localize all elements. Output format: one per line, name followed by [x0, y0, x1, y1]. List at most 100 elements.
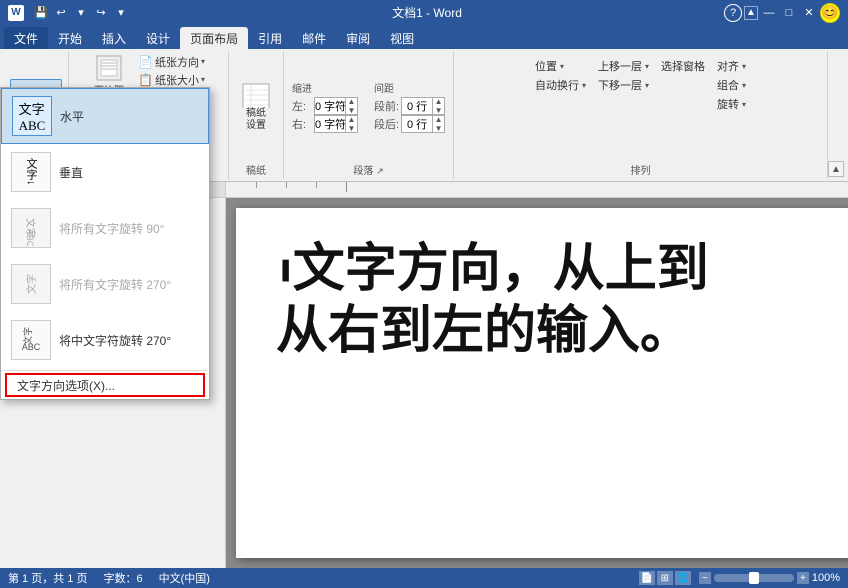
- bring-forward-btn[interactable]: 上移一层 ▾: [594, 57, 653, 75]
- maximize-btn[interactable]: □: [780, 4, 798, 22]
- spacing-before-up[interactable]: ▲: [432, 97, 444, 106]
- send-backward-btn[interactable]: 下移一层 ▾: [594, 76, 653, 94]
- save-quick-btn[interactable]: 💾: [32, 4, 50, 22]
- paper-orientation-btn[interactable]: 📄 纸张方向 ▾: [134, 53, 209, 70]
- ruler-tick-1: [256, 182, 257, 188]
- view-print-btn[interactable]: 📄: [639, 571, 655, 585]
- spacing-after-up[interactable]: ▲: [432, 115, 444, 124]
- tab-home[interactable]: 开始: [48, 27, 92, 49]
- ruler-content: [226, 182, 848, 197]
- svg-text:ABC: ABC: [25, 229, 35, 246]
- paper-size-icon: 📋: [138, 73, 153, 87]
- position-btn[interactable]: 位置 ▾: [531, 57, 590, 75]
- selection-pane-btn[interactable]: 选择窗格: [657, 57, 709, 75]
- tab-view[interactable]: 视图: [380, 27, 424, 49]
- paragraph-group: 缩进 左: ▲ ▼ 右:: [284, 51, 454, 179]
- title-bar: W 💾 ↩ ▾ ↪ ▾ 文档1 - Word ? ▲ — □ ✕ 😊: [0, 0, 848, 25]
- svg-text:ABC: ABC: [22, 342, 41, 352]
- vertical-icon: 文字↓: [11, 152, 51, 192]
- indent-right-up[interactable]: ▲: [345, 115, 357, 124]
- doc-text-line1: ▐ 文字方向，从上到: [276, 238, 848, 300]
- view-full-btn[interactable]: ⊞: [657, 571, 673, 585]
- spacing-before-btns: ▲ ▼: [432, 97, 444, 115]
- paper-orientation-icon: 📄: [138, 55, 153, 69]
- chinese-rotate-label: 将中文字符旋转 270°: [59, 332, 171, 349]
- menu-item-horizontal[interactable]: 文字ABC 水平: [1, 88, 209, 144]
- zoom-slider[interactable]: [714, 574, 794, 582]
- rotate-btn[interactable]: 旋转 ▾: [713, 95, 750, 113]
- arrange-col4: 对齐 ▾ 组合 ▾ 旋转 ▾: [713, 57, 750, 113]
- spacing-after-input[interactable]: [402, 118, 432, 130]
- text-wrap-btn[interactable]: 自动换行 ▾: [531, 76, 590, 94]
- tab-insert[interactable]: 插入: [92, 27, 136, 49]
- rotate-arrow: ▾: [742, 100, 746, 109]
- arrange-col3: 选择窗格: [657, 57, 709, 75]
- menu-item-options[interactable]: 文字方向选项(X)...: [5, 373, 205, 397]
- zoom-thumb: [749, 572, 759, 584]
- tab-mailings[interactable]: 邮件: [292, 27, 336, 49]
- undo-dropdown-btn[interactable]: ▾: [72, 4, 90, 22]
- view-web-btn[interactable]: 🌐: [675, 571, 691, 585]
- help-btn[interactable]: ?: [724, 4, 742, 22]
- indent-left-label: 左:: [292, 98, 312, 114]
- indent-right-btns: ▲ ▼: [345, 115, 357, 133]
- indent-left-down[interactable]: ▼: [345, 106, 357, 115]
- spacing-before-spinbox[interactable]: ▲ ▼: [401, 97, 445, 115]
- undo-quick-btn[interactable]: ↩: [52, 4, 70, 22]
- rotate90-label: 将所有文字旋转 90°: [59, 220, 164, 237]
- tab-references[interactable]: 引用: [248, 27, 292, 49]
- spacing-after-down[interactable]: ▼: [432, 124, 444, 133]
- spacing-before-down[interactable]: ▼: [432, 106, 444, 115]
- indent-right-spinbox[interactable]: ▲ ▼: [314, 115, 358, 133]
- indent-right-down[interactable]: ▼: [345, 124, 357, 133]
- rotate90-icon: 文字 ABC: [11, 208, 51, 248]
- tab-design[interactable]: 设计: [136, 27, 180, 49]
- chinese-rotate-svg: 文字 ABC: [13, 322, 49, 358]
- indent-left-up[interactable]: ▲: [345, 97, 357, 106]
- spacing-after-btns: ▲ ▼: [432, 115, 444, 133]
- position-arrow: ▾: [560, 62, 564, 71]
- spacing-after-row: 段后: ▲ ▼: [374, 115, 445, 133]
- indent-left-input[interactable]: [315, 100, 345, 112]
- ruler-tick-2: [286, 182, 287, 188]
- close-btn[interactable]: ✕: [800, 4, 818, 22]
- vertical-label: 垂直: [59, 164, 83, 181]
- tab-page-layout[interactable]: 页面布局: [180, 27, 248, 49]
- ribbon-collapse-btn[interactable]: ▲: [744, 6, 758, 20]
- zoom-out-btn[interactable]: −: [699, 572, 711, 584]
- rotate90-svg: 文字 ABC: [13, 210, 49, 246]
- spacing-after-label: 段后:: [374, 116, 399, 132]
- align-btn[interactable]: 对齐 ▾: [713, 57, 750, 75]
- tab-file[interactable]: 文件: [4, 27, 48, 49]
- indent-right-input[interactable]: [315, 118, 345, 130]
- minimize-btn[interactable]: —: [760, 4, 778, 22]
- group-label-arrange: 排列: [460, 162, 821, 177]
- draft-paper-label: 稿纸设置: [246, 108, 266, 132]
- tab-review[interactable]: 审阅: [336, 27, 380, 49]
- menu-item-chinese-rotate[interactable]: 文字 ABC 将中文字符旋转 270°: [1, 312, 209, 368]
- page-marker: ▐: [276, 260, 289, 282]
- doc-text-line2: 从右到左的输入。: [276, 300, 848, 362]
- indent-left-spinbox[interactable]: ▲ ▼: [314, 97, 358, 115]
- paper-size-btn[interactable]: 📋 纸张大小 ▾: [134, 71, 209, 88]
- ribbon-expand-btn[interactable]: ▲: [828, 161, 844, 177]
- draft-paper-content: 稿纸设置: [237, 53, 275, 160]
- paragraph-content: 缩进 左: ▲ ▼ 右:: [292, 53, 445, 160]
- spacing-after-spinbox[interactable]: ▲ ▼: [401, 115, 445, 133]
- menu-item-rotate90[interactable]: 文字 ABC 将所有文字旋转 90°: [1, 200, 209, 256]
- ruler-corner: [210, 182, 226, 197]
- qa-more-btn[interactable]: ▾: [112, 4, 130, 22]
- spacing-section-label: 间距: [374, 80, 445, 95]
- ruler-tick-4: [346, 182, 347, 192]
- horizontal-text: 文字ABC: [19, 99, 46, 134]
- spacing-before-input[interactable]: [402, 100, 432, 112]
- menu-item-rotate270[interactable]: 文字 将所有文字旋转 270°: [1, 256, 209, 312]
- title-bar-left: W 💾 ↩ ▾ ↪ ▾: [8, 4, 130, 22]
- spacing-before-label: 段前:: [374, 98, 399, 114]
- group-btn[interactable]: 组合 ▾: [713, 76, 750, 94]
- redo-quick-btn[interactable]: ↪: [92, 4, 110, 22]
- doc-text-content2: 从右到左的输入。: [276, 302, 692, 360]
- draft-paper-btn[interactable]: 稿纸设置: [237, 79, 275, 135]
- menu-item-vertical[interactable]: 文字↓ 垂直: [1, 144, 209, 200]
- zoom-in-btn[interactable]: +: [797, 572, 809, 584]
